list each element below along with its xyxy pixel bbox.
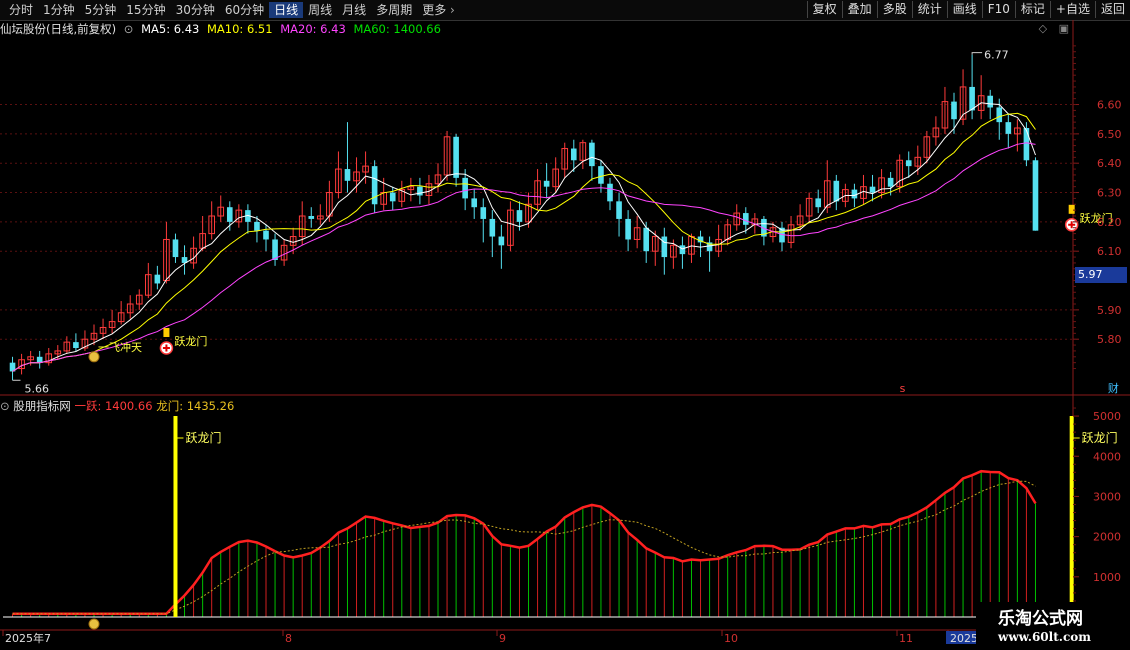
yiyue-label: 一跃: 1400.66 bbox=[74, 399, 153, 413]
ind-tick-label: 3000 bbox=[1093, 490, 1121, 503]
time-label: 8 bbox=[285, 632, 292, 645]
candle-body-down bbox=[453, 136, 459, 178]
price-tick-label: 6.60 bbox=[1097, 99, 1122, 112]
candle-body-down bbox=[254, 221, 260, 231]
candle-body-down bbox=[887, 177, 894, 187]
price-tick-label: 6.50 bbox=[1097, 128, 1122, 141]
stock-chart[interactable]: 6.775.66跃龙门跃龙门一飞冲天s 财 跃龙门 跃龙门 6.606.506.40… bbox=[0, 0, 1130, 650]
ind-tick-label: 2000 bbox=[1093, 531, 1121, 544]
jump-signal-bar bbox=[1069, 416, 1074, 617]
watermark-url: www.60lt.com bbox=[998, 630, 1091, 644]
candle-body-down bbox=[543, 180, 550, 187]
candle-body-down bbox=[36, 356, 43, 363]
price-tick-label: 6.20 bbox=[1097, 216, 1122, 229]
coin-icon bbox=[88, 618, 100, 630]
price-tick-label: 6.30 bbox=[1097, 187, 1122, 200]
signal-label-2: 一飞冲天 bbox=[98, 340, 142, 354]
candle-body-down bbox=[815, 198, 822, 208]
candle-body-down bbox=[570, 148, 577, 161]
candle-body-down bbox=[172, 239, 179, 258]
jump-signal-bar bbox=[173, 416, 178, 617]
candle-body-down bbox=[516, 210, 523, 222]
candle-body-down bbox=[996, 107, 1003, 123]
candle-body-down bbox=[1032, 160, 1039, 231]
finance-marker: 财 bbox=[1108, 381, 1119, 395]
candle-body-down bbox=[869, 186, 876, 193]
candle-body-down bbox=[598, 166, 604, 184]
candle-body-down bbox=[951, 101, 957, 120]
candle-body-down bbox=[263, 230, 269, 240]
price-tick-label: 6.40 bbox=[1097, 157, 1122, 170]
candle-body-down bbox=[226, 207, 233, 222]
candle-body-down bbox=[272, 239, 278, 260]
candle-body-down bbox=[851, 189, 858, 199]
ind-tick-label: 1000 bbox=[1093, 571, 1121, 584]
low-label: 5.66 bbox=[25, 382, 49, 395]
candle-body-down bbox=[833, 180, 840, 202]
time-label: 9 bbox=[499, 632, 506, 645]
indicator-name[interactable]: 股朋指标网 bbox=[13, 399, 71, 413]
candle-body-down bbox=[462, 177, 468, 199]
candle-body-down bbox=[625, 218, 631, 240]
candle-body-down bbox=[489, 218, 496, 237]
time-label: 2025年7 bbox=[5, 631, 51, 645]
candle-body-down bbox=[389, 192, 396, 202]
s-marker: s bbox=[900, 382, 906, 395]
longmen-label: 龙门: 1435.26 bbox=[156, 399, 235, 413]
candle-body-down bbox=[417, 186, 423, 196]
candle-body-down bbox=[344, 169, 351, 181]
jump-signal-label: 跃龙门 bbox=[185, 430, 221, 445]
jump-signal-label: 跃龙门 bbox=[1082, 430, 1118, 445]
candle-body-down bbox=[480, 207, 487, 219]
candle-body-down bbox=[154, 274, 161, 284]
candle-body-down bbox=[1005, 122, 1012, 134]
signal-flag bbox=[163, 328, 170, 337]
time-label: 10 bbox=[724, 632, 738, 645]
candle-body-down bbox=[643, 227, 650, 252]
watermark-brand: 乐淘公式网 bbox=[998, 609, 1083, 629]
high-label: 6.77 bbox=[984, 49, 1009, 62]
candle-body-down bbox=[969, 86, 975, 111]
candle-body-down bbox=[905, 160, 912, 167]
price-tick-label: 5.90 bbox=[1097, 304, 1122, 317]
candle-body-down bbox=[679, 245, 686, 255]
candle-body-down bbox=[589, 142, 595, 167]
candle-body-down bbox=[661, 236, 668, 258]
signal-flag bbox=[1068, 204, 1075, 214]
candle-body-down bbox=[987, 95, 994, 108]
current-price-badge: 5.97 bbox=[1075, 267, 1127, 283]
candle-body-down bbox=[607, 183, 613, 202]
indicator-dropdown-icon[interactable]: ⊙ bbox=[0, 399, 10, 413]
candle-body-down bbox=[73, 342, 79, 348]
candle-body-down bbox=[742, 213, 749, 225]
candle-body-down bbox=[616, 201, 622, 219]
price-tick-label: 5.80 bbox=[1097, 333, 1122, 346]
indicator-info-row: ⊙ 股朋指标网 一跃: 1400.66 龙门: 1435.26 bbox=[0, 398, 234, 414]
high-pointer bbox=[971, 52, 983, 55]
candle-body-down bbox=[1023, 128, 1030, 161]
ind-tick-label: 4000 bbox=[1093, 450, 1121, 463]
candle-body-down bbox=[308, 216, 315, 219]
candle-body-down bbox=[471, 198, 478, 208]
price-tick-label: 6.10 bbox=[1097, 245, 1122, 258]
candle-body-down bbox=[498, 236, 505, 246]
signal-label: 跃龙门 bbox=[174, 334, 207, 348]
ind-tick-label: 5000 bbox=[1093, 410, 1121, 423]
watermark: 乐淘公式网 www.60lt.com bbox=[976, 602, 1130, 650]
time-label: 11 bbox=[899, 632, 913, 645]
